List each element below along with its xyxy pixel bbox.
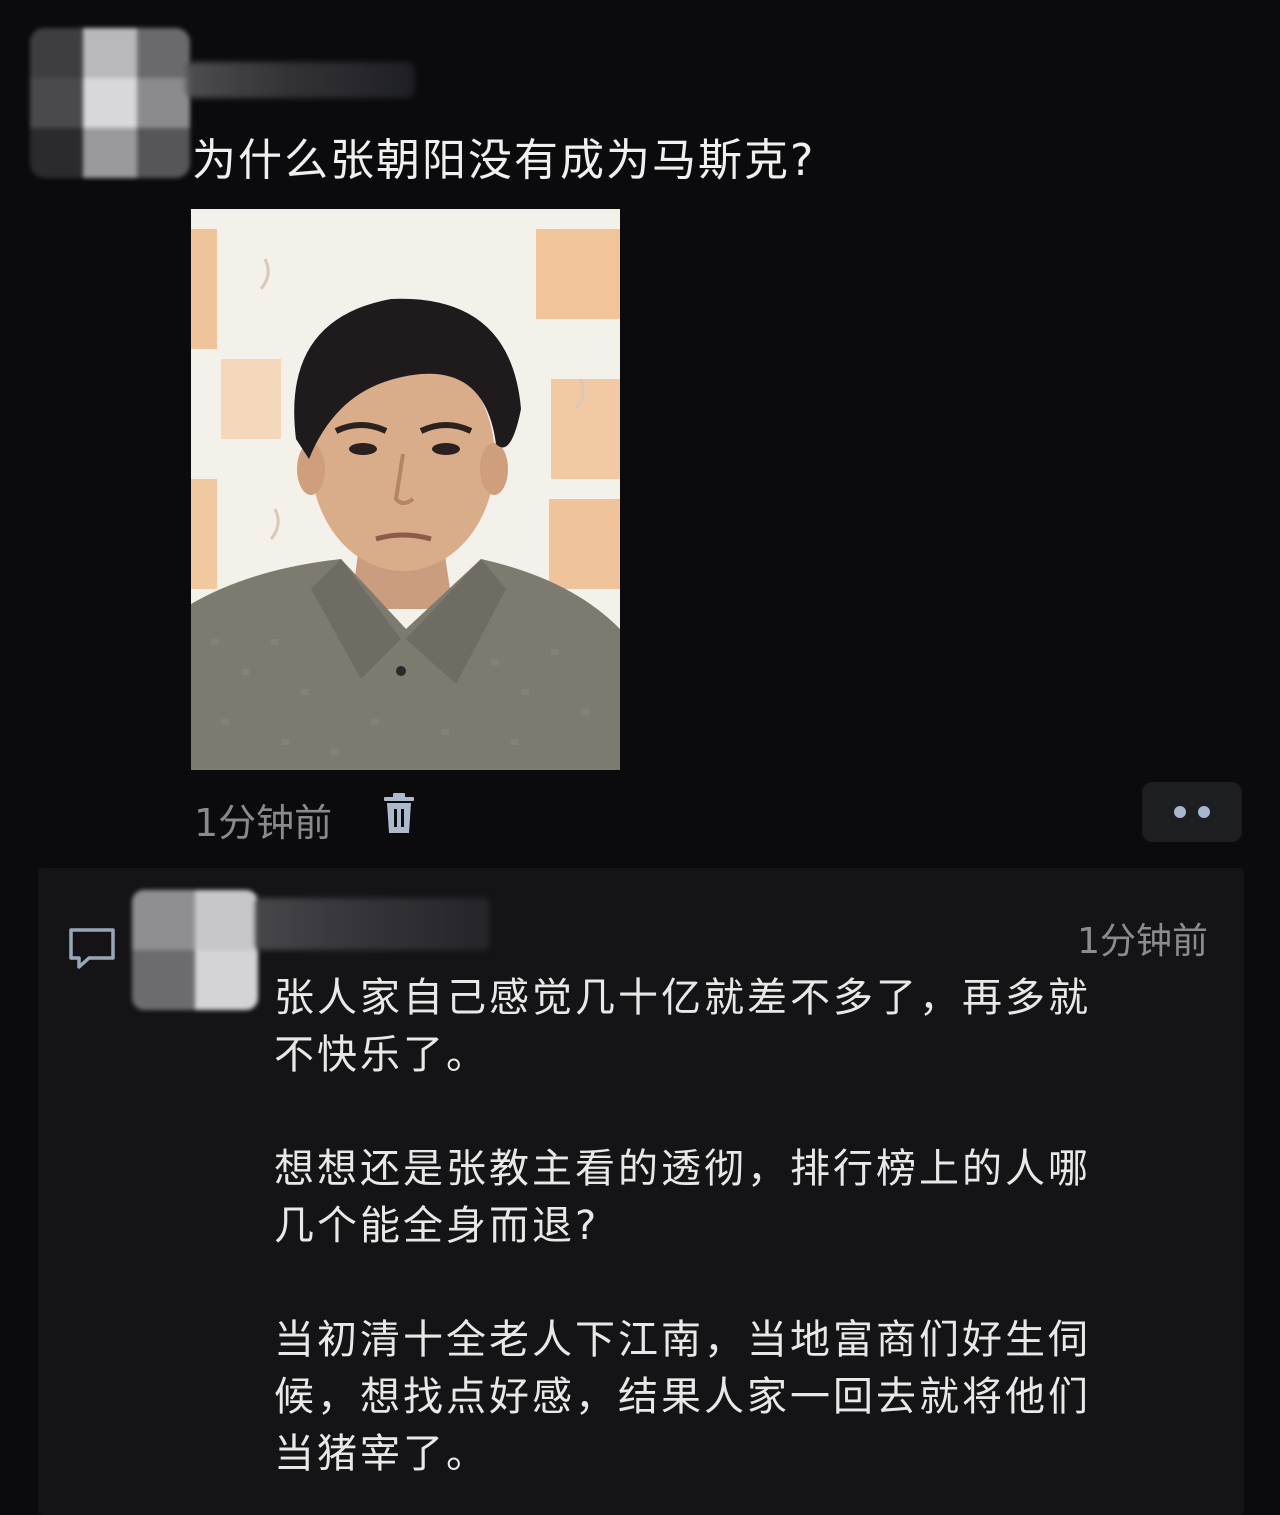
post-text: 为什么张朝阳没有成为马斯克? (192, 135, 816, 186)
comment-author-avatar[interactable] (132, 890, 258, 1010)
post-photo[interactable] (191, 209, 620, 770)
comment-bubble-icon (67, 926, 117, 972)
post-author-avatar[interactable] (30, 28, 190, 178)
moments-page: 为什么张朝阳没有成为马斯克? 1分钟前 1分钟前 张人家自己感觉几十亿就差不多了… (0, 0, 1280, 1515)
portrait-image (191, 209, 620, 770)
comment-paragraph: 当初清十全老人下江南，当地富商们好生伺候，想找点好感，结果人家一回去就将他们当猪… (274, 1317, 1091, 1477)
comment-author-name[interactable] (255, 898, 490, 950)
comment-paragraph: 张人家自己感觉几十亿就差不多了，再多就不快乐了。 (274, 975, 1091, 1078)
post-timestamp: 1分钟前 (194, 801, 333, 845)
comment-paragraph: 想想还是张教主看的透彻，排行榜上的人哪几个能全身而退? (274, 1146, 1091, 1249)
post-author-name[interactable] (185, 62, 415, 98)
comment-timestamp: 1分钟前 (1077, 921, 1208, 962)
more-dots-icon[interactable] (1142, 782, 1242, 842)
trash-icon[interactable] (380, 792, 418, 836)
comment-body: 张人家自己感觉几十亿就差不多了，再多就不快乐了。 想想还是张教主看的透彻，排行榜… (274, 970, 1114, 1483)
